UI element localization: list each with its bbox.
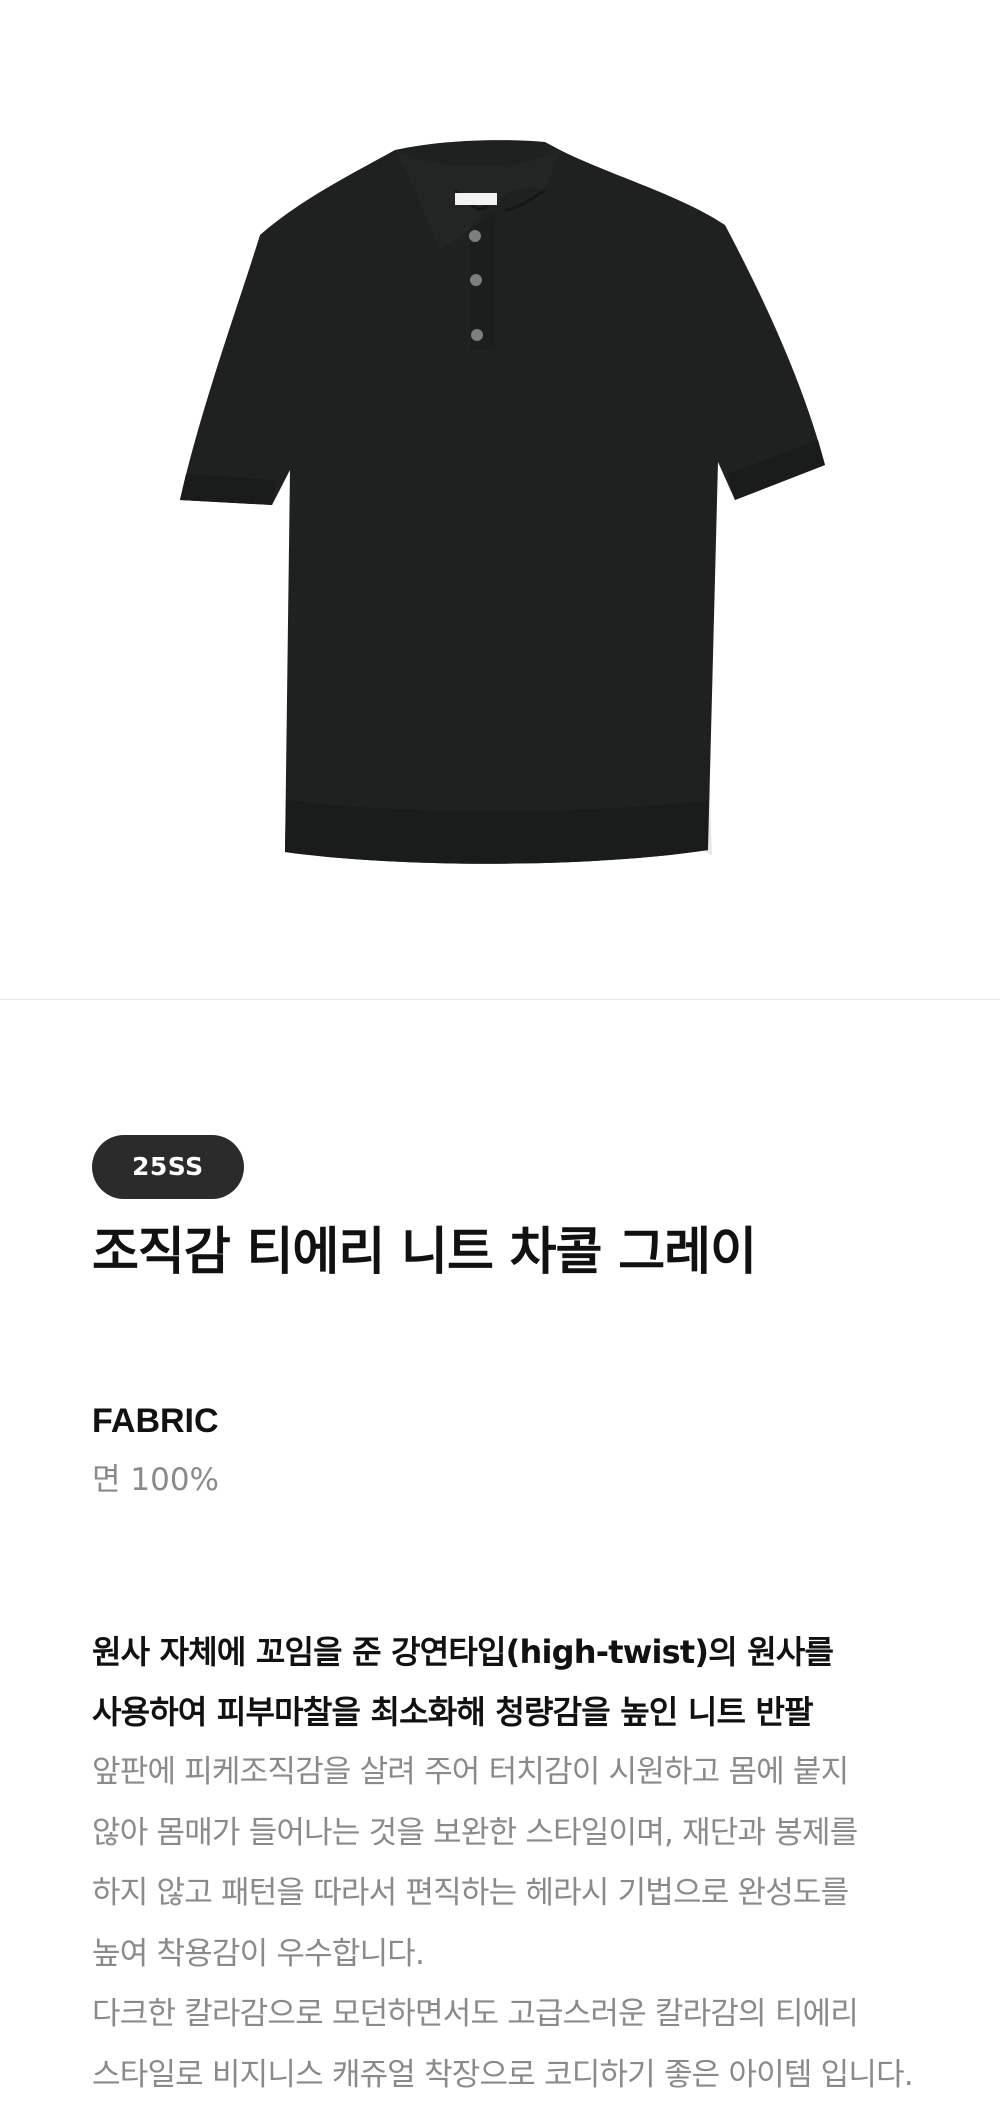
body-line: 않아 몸매가 들어나는 것을 보완한 스타일이며, 재단과 봉제를 — [92, 1814, 858, 1851]
headline-line: 원사 자체에 꼬임을 준 강연타입(high-twist)의 원사를 — [92, 1633, 834, 1671]
button-icon — [471, 329, 483, 341]
section-divider — [0, 999, 1000, 1000]
button-icon — [470, 274, 482, 286]
product-image — [0, 0, 1000, 1000]
body-line: 스타일로 비지니스 캐쥬얼 착장으로 코디하기 좋은 아이템 입니다. — [92, 2056, 914, 2093]
button-icon — [469, 230, 481, 242]
neck-label — [455, 193, 497, 205]
fabric-composition: 면 100% — [92, 1462, 219, 1498]
product-info: 25SS 조직감 티에리 니트 차콜 그레이 FABRIC 면 100% 원사 … — [92, 1135, 972, 2105]
fabric-heading: FABRIC — [92, 1402, 219, 1440]
polo-shirt-illustration — [180, 140, 825, 864]
description-body: 앞판에 피케조직감을 살려 주어 터치감이 시원하고 몸에 붙지 않아 몸매가 … — [92, 1742, 972, 2105]
description-headline: 원사 자체에 꼬임을 준 강연타입(high-twist)의 원사를 사용하여 … — [92, 1622, 972, 1742]
body-line: 앞판에 피케조직감을 살려 주어 터치감이 시원하고 몸에 붙지 — [92, 1754, 849, 1790]
headline-line: 사용하여 피부마찰을 최소화해 청량감을 높인 니트 반팔 — [92, 1693, 814, 1731]
season-badge: 25SS — [92, 1135, 244, 1199]
shirt-body — [180, 140, 825, 864]
body-line: 하지 않고 패턴을 따라서 편직하는 헤라시 기법으로 완성도를 — [92, 1875, 849, 1911]
body-line: 높여 착용감이 우수합니다. — [92, 1935, 425, 1972]
body-line: 다크한 칼라감으로 모던하면서도 고급스러운 칼라감의 티에리 — [92, 1996, 859, 2032]
product-title: 조직감 티에리 니트 차콜 그레이 — [92, 1223, 757, 1282]
